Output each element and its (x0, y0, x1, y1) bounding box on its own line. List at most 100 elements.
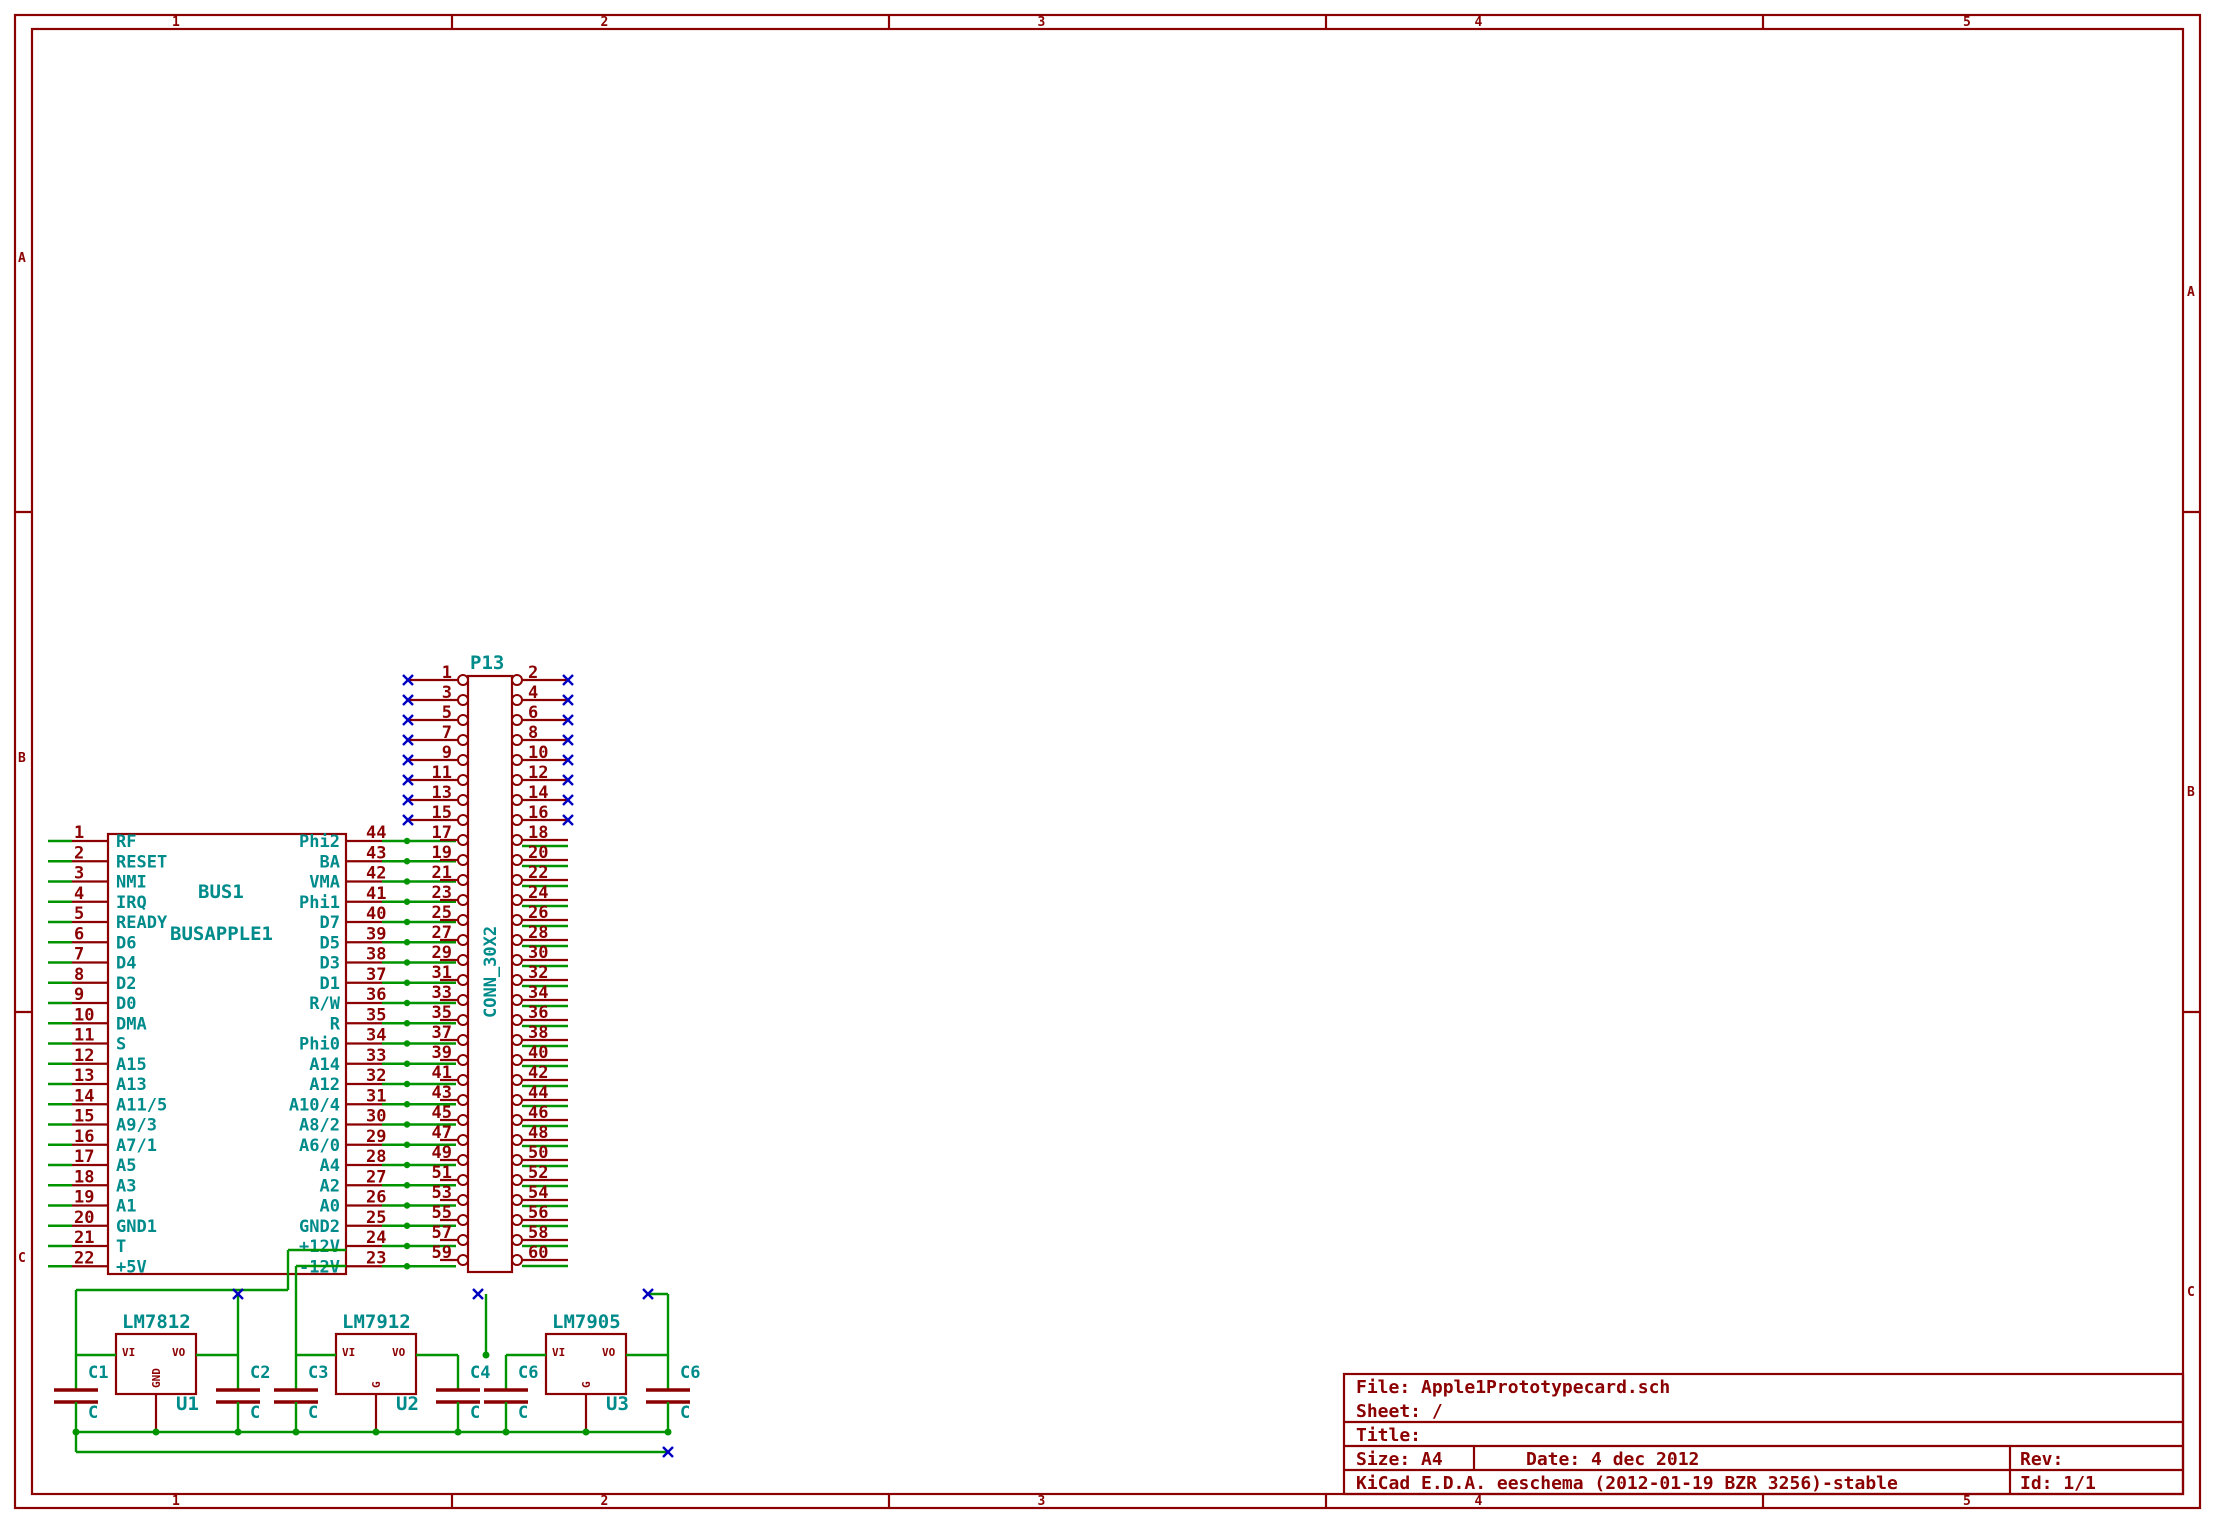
schematic-canvas: 1122334455AABBCC File: Apple1Prototypeca… (13, 13, 2202, 1510)
pin-number: 29 (366, 1127, 386, 1147)
pin-number: 35 (366, 1005, 386, 1025)
pin-inverted-circle (511, 1174, 523, 1186)
p13-left-pin: 13 (402, 783, 469, 806)
pin-number: 19 (432, 843, 452, 863)
bus1-left-pin: 20 GND1 (48, 1208, 157, 1237)
gnd-label: G (580, 1381, 593, 1388)
p13-left-pin: 39 (432, 1043, 469, 1066)
p13-left-pin: 5 (402, 703, 469, 726)
pin-number: 39 (366, 924, 386, 944)
pin-inverted-circle (511, 714, 523, 726)
tb-size: Size: A4 (1356, 1449, 1443, 1470)
gnd-label: GND (150, 1368, 163, 1388)
p13-right-pin: 10 (511, 743, 574, 766)
pin-number: 23 (432, 883, 452, 903)
pin-number: 38 (528, 1023, 548, 1043)
capacitor-ref: C6 (680, 1363, 700, 1383)
wire-junction (403, 1020, 411, 1027)
p13-right-pin: 12 (511, 763, 574, 786)
capacitor-ref: C1 (88, 1363, 108, 1383)
vo-label: VO (392, 1346, 406, 1359)
pin-name: -12V (299, 1257, 340, 1277)
wire-junction (403, 959, 411, 966)
p13-left-pin: 55 (432, 1203, 469, 1226)
p13-left-pin: 35 (432, 1003, 469, 1026)
pin-number: 39 (432, 1043, 452, 1063)
p13-left-pin: 23 (432, 883, 469, 906)
pin-inverted-circle (457, 754, 469, 766)
column-label-top: 3 (1038, 15, 1046, 30)
pin-inverted-circle (457, 1014, 469, 1026)
wire-junction (403, 1121, 411, 1128)
tb-sheet: Sheet: / (1356, 1401, 1443, 1422)
pin-inverted-circle (511, 1014, 523, 1026)
capacitor-c3[interactable]: C3 C (274, 1355, 328, 1436)
capacitor-c1[interactable]: C1 C (54, 1355, 108, 1436)
pin-inverted-circle (511, 1134, 523, 1146)
pin-inverted-circle (457, 714, 469, 726)
capacitor-c6[interactable]: C6 C (484, 1355, 538, 1436)
pin-number: 30 (366, 1107, 386, 1127)
column-label-top: 1 (172, 15, 180, 30)
wire-junction (403, 878, 411, 885)
pin-name: D7 (320, 913, 340, 933)
pin-number: 6 (74, 924, 84, 944)
regulator-value: LM7905 (552, 1311, 621, 1333)
pin-number: 54 (528, 1183, 548, 1203)
vi-label: VI (342, 1346, 355, 1359)
wire-junction (403, 837, 411, 845)
pin-number: 3 (74, 864, 84, 884)
pin-inverted-circle (457, 1134, 469, 1146)
pin-inverted-circle (511, 954, 523, 966)
pin-inverted-circle (457, 974, 469, 986)
capacitor-c4[interactable]: C4 C (436, 1355, 490, 1436)
row-label-right: B (2187, 785, 2195, 800)
wire-junction (403, 858, 411, 865)
p13-connector[interactable]: P13 CONN_30X2 (466, 652, 514, 1274)
pin-inverted-circle (511, 1194, 523, 1206)
pin-name: A7/1 (116, 1136, 157, 1156)
pin-number: 43 (366, 843, 386, 863)
pin-number: 44 (366, 823, 386, 843)
pin-number: 13 (74, 1066, 94, 1086)
pin-inverted-circle (511, 794, 523, 806)
p13-left-pin: 47 (432, 1123, 469, 1146)
capacitor-c6[interactable]: C6 C (646, 1355, 700, 1436)
inner-frame (30, 27, 2185, 1496)
regulator-ref: U1 (176, 1393, 199, 1415)
pin-name: A13 (116, 1075, 147, 1095)
p13-left-pin: 19 (432, 843, 469, 866)
pin-number: 18 (528, 823, 548, 843)
wire-junction (403, 1080, 411, 1088)
pin-name: IRQ (116, 893, 147, 913)
regulator-ref: U2 (396, 1393, 419, 1415)
pin-number: 34 (366, 1026, 386, 1046)
p13-value: CONN_30X2 (481, 926, 501, 1018)
pin-inverted-circle (511, 854, 523, 866)
pin-name: A5 (116, 1156, 136, 1176)
pin-number: 16 (528, 803, 548, 823)
pin-number: 49 (432, 1143, 452, 1163)
tb-title: Title: (1356, 1425, 1421, 1446)
pin-inverted-circle (511, 674, 523, 686)
pin-number: 46 (528, 1103, 548, 1123)
pin-number: 13 (432, 783, 452, 803)
pin-number: 44 (528, 1083, 548, 1103)
pin-inverted-circle (457, 1254, 469, 1266)
pin-inverted-circle (511, 1114, 523, 1126)
capacitor-c2[interactable]: C2 C (216, 1355, 270, 1436)
pin-inverted-circle (511, 974, 523, 986)
pin-number: 5 (74, 904, 84, 924)
p13-left-pin: 7 (402, 723, 469, 746)
column-label-bottom: 1 (172, 1494, 180, 1509)
row-label-right: C (2187, 1285, 2195, 1300)
pin-inverted-circle (511, 734, 523, 746)
pin-name: A12 (309, 1075, 340, 1095)
pin-name: D6 (116, 933, 136, 953)
capacitor-ref: C6 (518, 1363, 538, 1383)
pin-name: +5V (116, 1257, 147, 1277)
capacitor-value: C (308, 1403, 318, 1423)
pin-number: 24 (366, 1228, 386, 1248)
pin-name: A1 (116, 1197, 136, 1217)
power-supply-section: LM7812 U1 VI VO GND LM7912 U2 VI VO G LM7905 U3 VI VO… (54, 1248, 700, 1458)
